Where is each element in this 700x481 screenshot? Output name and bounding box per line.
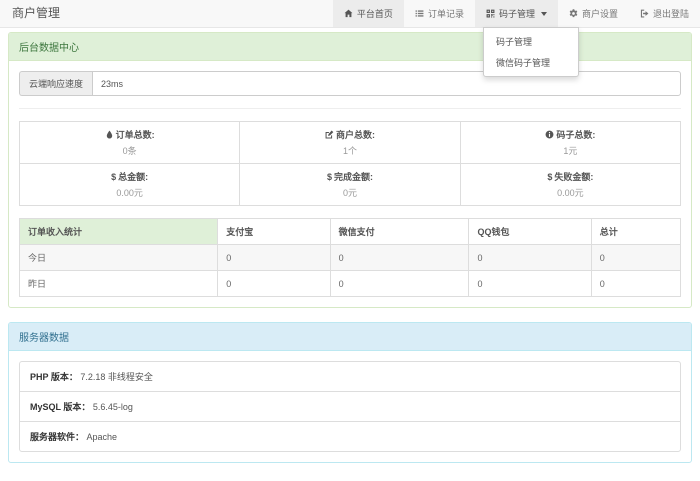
row-label: 昨日 — [20, 271, 218, 297]
column-header-wechat-pay: 微信支付 — [330, 219, 469, 245]
cell-value: 0 — [469, 245, 591, 271]
nav-item-label: 退出登陆 — [653, 7, 689, 20]
stat-value: 0.00元 — [24, 186, 235, 199]
cell-value: 0 — [330, 245, 469, 271]
data-center-panel-title: 后台数据中心 — [9, 33, 691, 61]
stat-label: 失败金额: — [554, 170, 593, 183]
response-speed-label: 云端响应速度 — [19, 71, 92, 96]
nav-item-platform-home[interactable]: 平台首页 — [333, 0, 404, 27]
list-item-value: 7.2.18 非线程安全 — [80, 372, 153, 382]
nav-item-code-management[interactable]: 码子管理 — [475, 0, 558, 27]
server-data-panel: 服务器数据 PHP 版本： 7.2.18 非线程安全 MySQL 版本： 5.6… — [8, 322, 692, 463]
dollar-icon: $ — [111, 172, 116, 182]
dropdown-item-wechat-code-management[interactable]: 微信码子管理 — [484, 52, 578, 73]
stat-cell-total-amount: $ 总金额: 0.00元 — [20, 164, 240, 206]
stat-label: 总金额: — [118, 170, 148, 183]
code-management-dropdown: 码子管理 微信码子管理 — [483, 27, 579, 77]
response-speed-group: 云端响应速度 — [19, 71, 681, 96]
navbar-menu: 平台首页 订单记录 码子管理 商户设置 退出登陆 — [333, 0, 700, 27]
table-row-yesterday: 昨日 0 0 0 0 — [20, 271, 681, 297]
data-center-panel: 后台数据中心 云端响应速度 订单总数: 0条 — [8, 32, 692, 308]
chevron-down-icon — [541, 12, 547, 16]
stat-value: 0条 — [24, 144, 235, 157]
stat-value: 0元 — [244, 186, 455, 199]
dropdown-item-code-management[interactable]: 码子管理 — [484, 31, 578, 52]
income-table-title: 订单收入统计 — [20, 219, 218, 245]
nav-item-order-records[interactable]: 订单记录 — [404, 0, 475, 27]
stat-cell-failed-amount: $ 失败金额: 0.00元 — [460, 164, 680, 206]
table-row-today: 今日 0 0 0 0 — [20, 245, 681, 271]
nav-item-label: 订单记录 — [428, 7, 464, 20]
response-speed-input[interactable] — [92, 71, 681, 96]
list-item-value: Apache — [87, 432, 118, 442]
stat-label: 订单总数: — [116, 128, 155, 141]
column-header-qq-wallet: QQ钱包 — [469, 219, 591, 245]
cell-value: 0 — [218, 245, 330, 271]
list-item-value: 5.6.45-log — [93, 402, 133, 412]
divider — [19, 108, 681, 109]
nav-item-label: 码子管理 — [499, 7, 535, 20]
server-data-panel-title: 服务器数据 — [9, 323, 691, 351]
list-item-label: PHP 版本： — [30, 372, 78, 382]
row-label: 今日 — [20, 245, 218, 271]
home-icon — [344, 9, 353, 18]
cell-value: 0 — [330, 271, 469, 297]
cell-value: 0 — [218, 271, 330, 297]
stat-cell-merchant-total: 商户总数: 1个 — [240, 122, 460, 164]
stat-cell-completed-amount: $ 完成金额: 0元 — [240, 164, 460, 206]
list-item-label: 服务器软件： — [30, 432, 84, 442]
qrcode-icon — [486, 9, 495, 18]
data-center-panel-body: 云端响应速度 订单总数: 0条 商 — [9, 61, 691, 307]
sign-out-icon — [640, 9, 649, 18]
income-table-header-row: 订单收入统计 支付宝 微信支付 QQ钱包 总计 — [20, 219, 681, 245]
main-content: 后台数据中心 云端响应速度 订单总数: 0条 — [0, 28, 700, 481]
stat-label: 完成金额: — [334, 170, 373, 183]
column-header-alipay: 支付宝 — [218, 219, 330, 245]
dollar-icon: $ — [327, 172, 332, 182]
nav-item-label: 平台首页 — [357, 7, 393, 20]
server-data-panel-body: PHP 版本： 7.2.18 非线程安全 MySQL 版本： 5.6.45-lo… — [9, 351, 691, 462]
column-header-total: 总计 — [591, 219, 680, 245]
list-item-server-software: 服务器软件： Apache — [20, 422, 680, 451]
list-item-label: MySQL 版本： — [30, 402, 90, 412]
tint-icon — [105, 130, 114, 139]
income-table: 订单收入统计 支付宝 微信支付 QQ钱包 总计 今日 0 0 0 0 昨日 0 … — [19, 218, 681, 297]
nav-item-logout[interactable]: 退出登陆 — [629, 0, 700, 27]
stat-cell-code-total: 码子总数: 1元 — [460, 122, 680, 164]
stat-label: 商户总数: — [336, 128, 375, 141]
nav-item-label: 商户设置 — [582, 7, 618, 20]
info-circle-icon — [545, 130, 554, 139]
edit-icon — [325, 130, 334, 139]
stats-table: 订单总数: 0条 商户总数: 1个 码子总数 — [19, 121, 681, 206]
stat-value: 0.00元 — [465, 186, 676, 199]
nav-item-merchant-settings[interactable]: 商户设置 — [558, 0, 629, 27]
app-title: 商户管理 — [0, 0, 72, 27]
list-icon — [415, 9, 424, 18]
server-info-list: PHP 版本： 7.2.18 非线程安全 MySQL 版本： 5.6.45-lo… — [19, 361, 681, 452]
gear-icon — [569, 9, 578, 18]
stat-value: 1个 — [244, 144, 455, 157]
cell-value: 0 — [469, 271, 591, 297]
list-item-php-version: PHP 版本： 7.2.18 非线程安全 — [20, 362, 680, 392]
cell-value: 0 — [591, 271, 680, 297]
stat-cell-order-total: 订单总数: 0条 — [20, 122, 240, 164]
list-item-mysql-version: MySQL 版本： 5.6.45-log — [20, 392, 680, 422]
top-navbar: 商户管理 平台首页 订单记录 码子管理 商户设置 退出登陆 码子管理 微信码子管… — [0, 0, 700, 28]
dollar-icon: $ — [547, 172, 552, 182]
cell-value: 0 — [591, 245, 680, 271]
stat-value: 1元 — [465, 144, 676, 157]
stat-label: 码子总数: — [556, 128, 595, 141]
